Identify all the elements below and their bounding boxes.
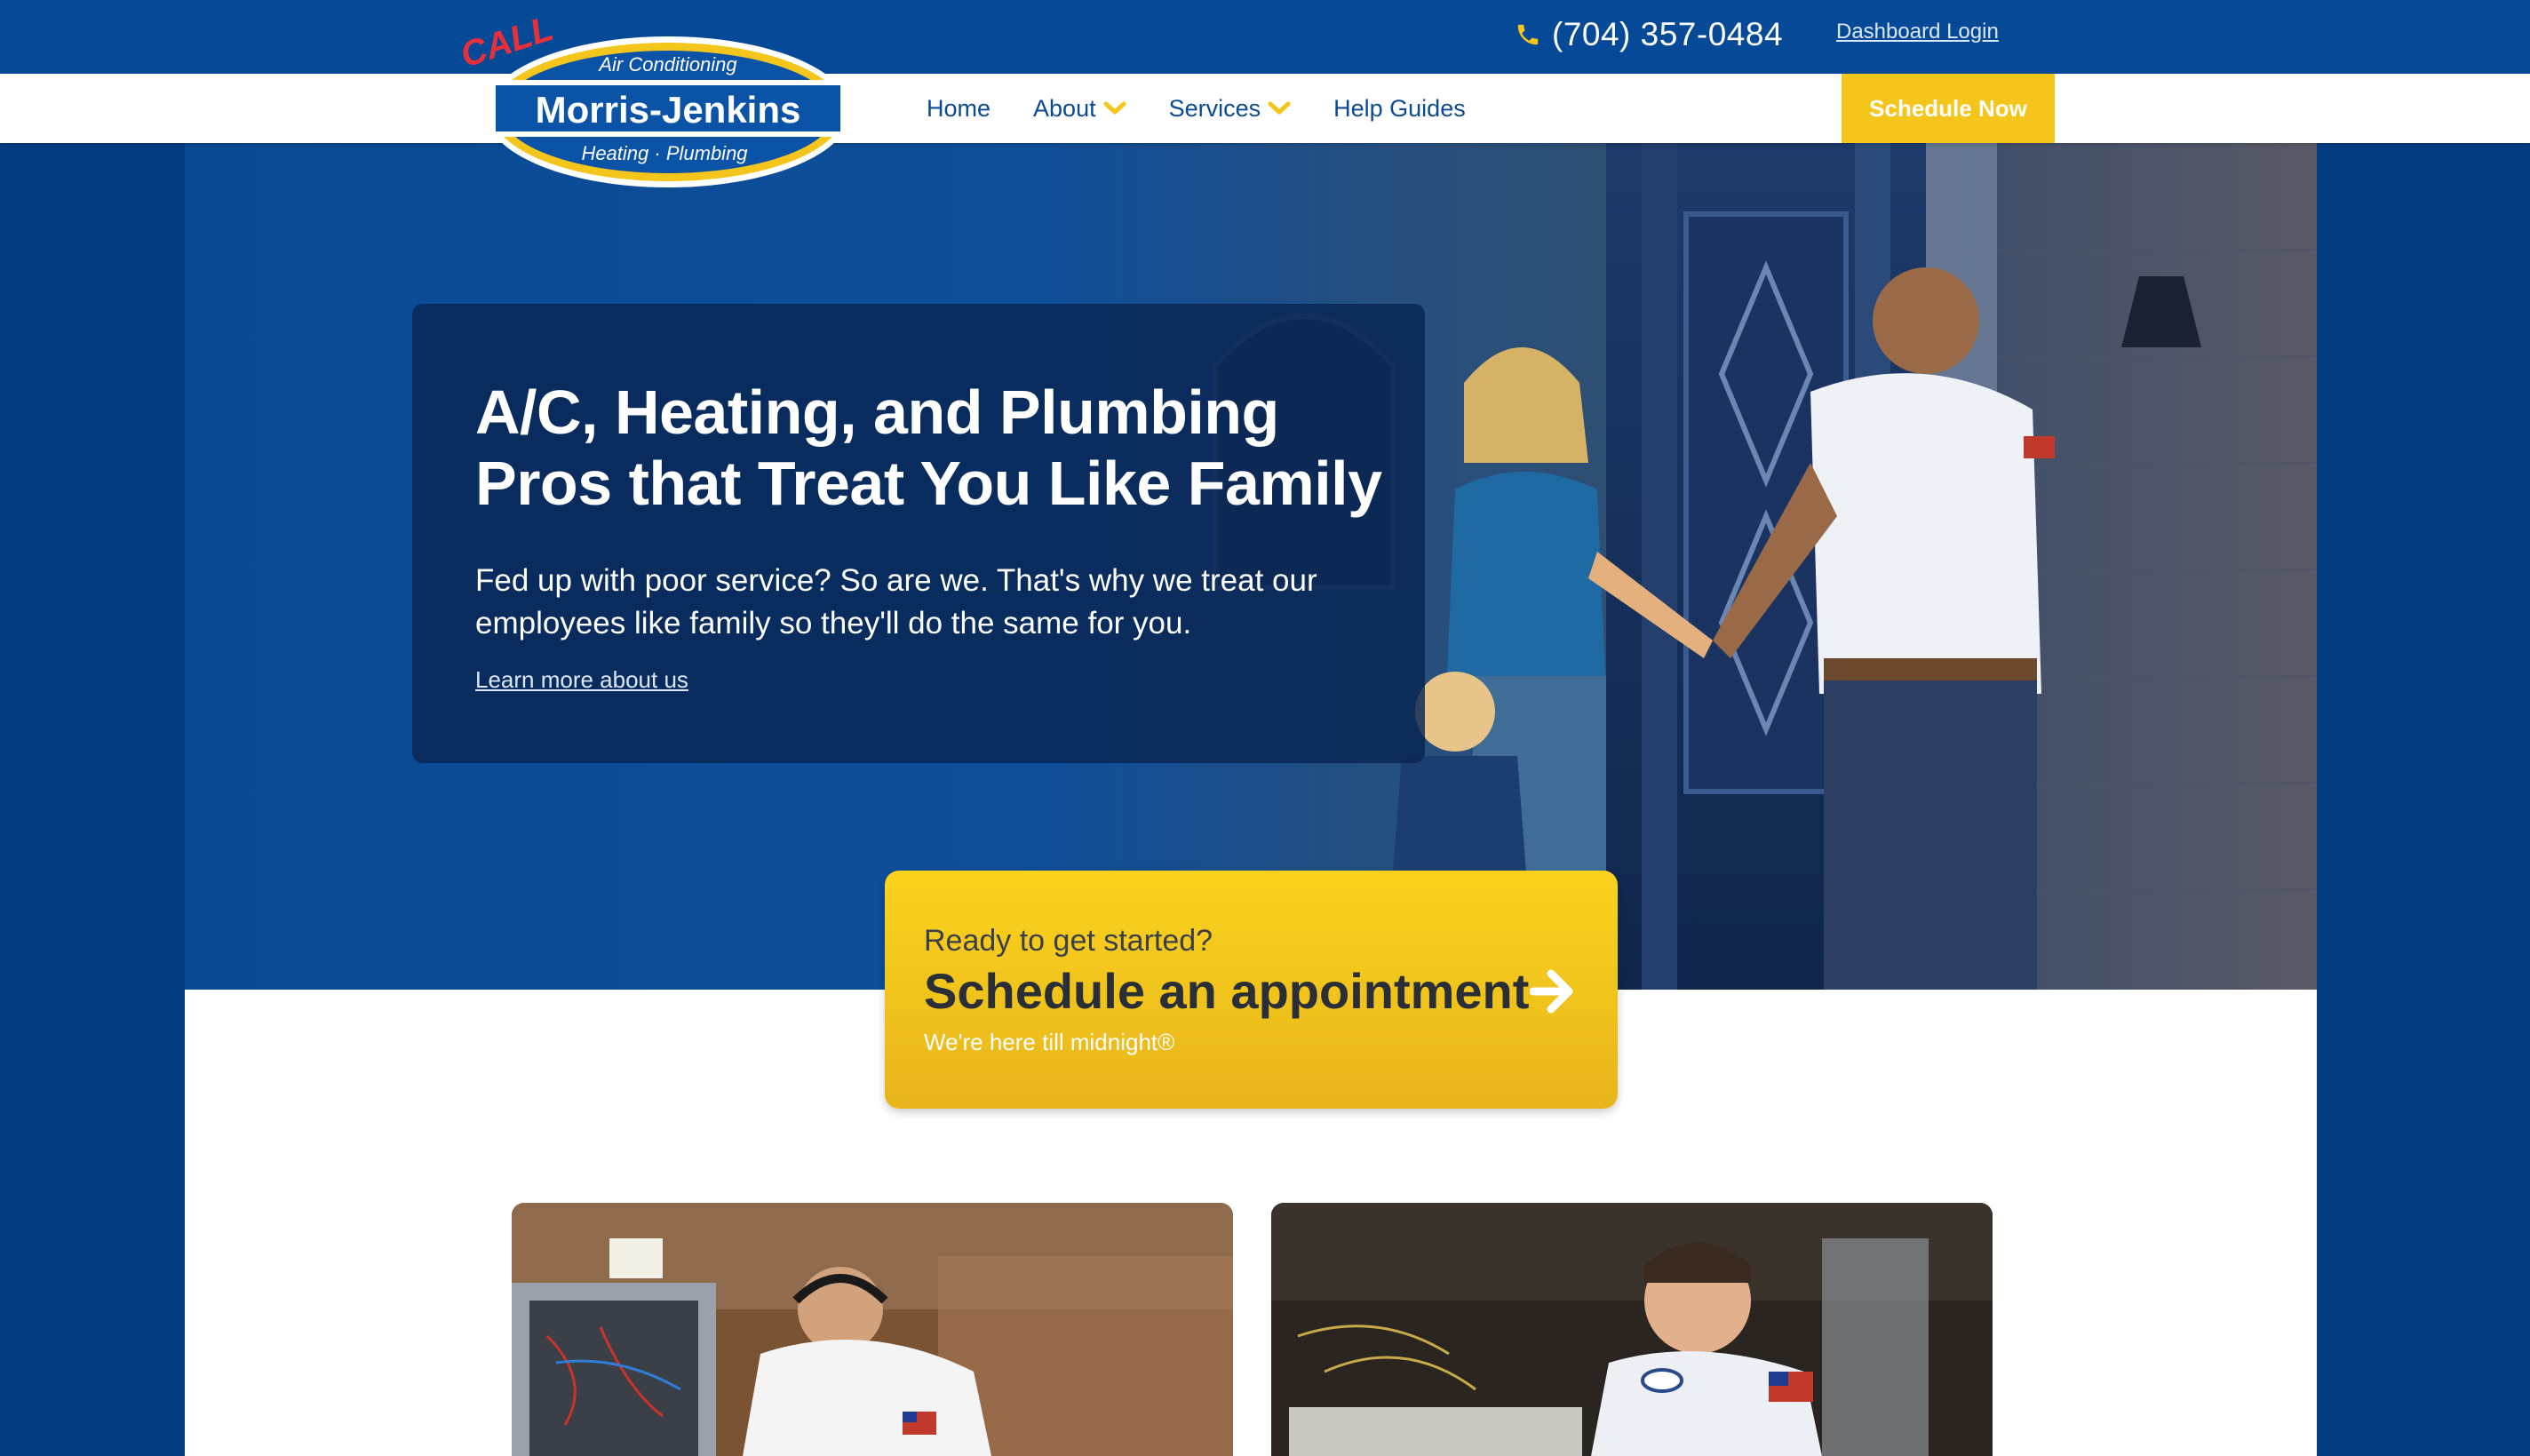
logo-brand: Morris-Jenkins xyxy=(536,89,801,131)
schedule-appointment-card[interactable]: Ready to get started? Schedule an appoin… xyxy=(885,871,1618,1109)
nav-item-label: About xyxy=(1033,94,1096,122)
learn-more-link[interactable]: Learn more about us xyxy=(475,666,688,694)
hero-subtitle-line-1: Fed up with poor service? So are we. Tha… xyxy=(475,563,1317,598)
dashboard-login-link[interactable]: Dashboard Login xyxy=(1836,20,1999,44)
hero-subtitle: Fed up with poor service? So are we. Tha… xyxy=(475,560,1364,645)
nav-item-label: Services xyxy=(1168,94,1261,122)
cta-main-text: Schedule an appointment xyxy=(924,963,1530,1019)
nav-item-services[interactable]: Services xyxy=(1169,95,1292,123)
hero-title-line-2: Pros that Treat You Like Family xyxy=(475,449,1382,518)
hero-title-line-1: A/C, Heating, and Plumbing xyxy=(475,378,1279,447)
nav-item-label: Help Guides xyxy=(1333,94,1466,122)
technician-photo-2 xyxy=(1271,1203,1993,1456)
main-nav: Home About Services Help Guides Schedule… xyxy=(0,74,2530,143)
hero-title: A/C, Heating, and Plumbing Pros that Tre… xyxy=(475,377,1399,519)
nav-item-label: Home xyxy=(927,94,991,122)
nav-links: Home About Services Help Guides xyxy=(927,74,1508,143)
cta-note-text: We're here till midnight® xyxy=(924,1029,1175,1055)
nav-item-help-guides[interactable]: Help Guides xyxy=(1333,95,1466,123)
chevron-down-icon xyxy=(1268,101,1291,115)
arrow-right-icon xyxy=(1530,969,1573,1014)
phone-icon xyxy=(1517,24,1539,45)
hero-card xyxy=(412,304,1425,763)
chevron-down-icon xyxy=(1103,101,1126,115)
phone-number: (704) 357-0484 xyxy=(1552,16,1784,52)
nav-item-home[interactable]: Home xyxy=(927,95,991,123)
logo-bottom-text: Heating · Plumbing xyxy=(581,142,748,164)
phone-link[interactable]: (704) 357-0484 xyxy=(1515,12,1783,57)
technician-photo-1 xyxy=(512,1203,1233,1456)
service-photo-card-2[interactable] xyxy=(1271,1203,1993,1456)
hero-subtitle-line-2: employees like family so they'll do the … xyxy=(475,606,1192,640)
logo-top-text: Air Conditioning xyxy=(597,53,737,76)
service-photo-card-1[interactable] xyxy=(512,1203,1233,1456)
cta-pre-text: Ready to get started? xyxy=(924,924,1213,958)
schedule-now-button[interactable]: Schedule Now xyxy=(1842,74,2055,143)
nav-item-about[interactable]: About xyxy=(1033,95,1126,123)
top-bar: (704) 357-0484 Dashboard Login xyxy=(0,0,2530,74)
morris-jenkins-logo[interactable]: Morris-Jenkins Air Conditioning Heating … xyxy=(462,12,862,190)
